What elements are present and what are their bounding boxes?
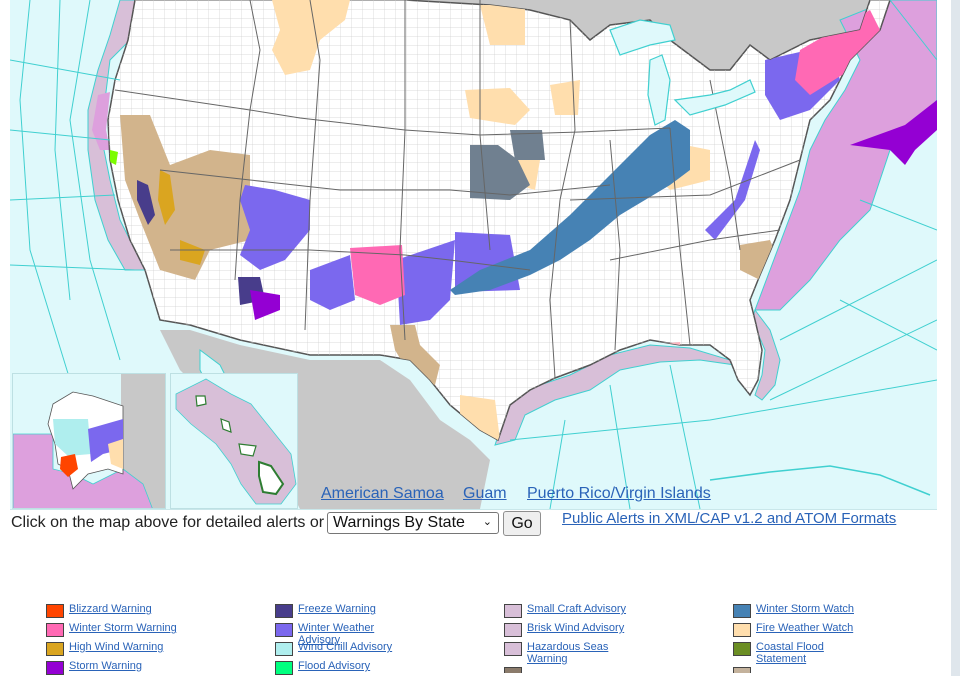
legend-item[interactable]: Winter Weather Advisory [275,622,495,646]
legend-item[interactable]: Storm Warning [46,660,266,679]
legend-item-partial [733,667,953,686]
legend-swatch [733,667,751,673]
legend-swatch [504,642,522,656]
fire-weather-watch-iowa[interactable] [550,80,580,115]
legend-item-partial [504,667,724,686]
select-value: Warnings By State [333,514,465,531]
page-margin [937,0,951,676]
legend-item[interactable]: High Wind Warning [46,641,266,660]
legend-label[interactable]: Coastal Flood Statement [756,641,841,665]
legend-item[interactable]: Blizzard Warning [46,603,266,622]
hawaii-island-maui[interactable] [238,443,257,457]
guam-link[interactable]: Guam [463,485,507,503]
legend-swatch [46,623,64,637]
legend-label[interactable]: Brisk Wind Advisory [527,622,647,634]
legend-swatch [275,642,293,656]
legend-swatch [275,623,293,637]
legend-item[interactable]: Coastal Flood Statement [733,641,953,667]
legend-label[interactable]: Flood Advisory [298,660,418,672]
go-button[interactable]: Go [503,511,541,536]
legend-item[interactable]: Brisk Wind Advisory [504,622,724,641]
hawaii-island-kauai[interactable] [195,395,207,407]
legend-label[interactable]: Small Craft Advisory [527,603,647,615]
legend-swatch [275,661,293,675]
legend-label[interactable]: Freeze Warning [298,603,418,615]
legend-label[interactable]: Hazardous Seas Warning [527,641,622,665]
legend-item[interactable]: Winter Storm Warning [46,622,266,641]
legend-item[interactable]: Winter Storm Watch [733,603,953,622]
legend-swatch [275,604,293,618]
legend-swatch [733,642,751,656]
vertical-scrollbar[interactable] [951,0,960,676]
alaska-inset[interactable] [12,373,166,509]
legend-label[interactable]: High Wind Warning [69,641,189,653]
legend-swatch [733,623,751,637]
legend-item[interactable]: Hazardous Seas Warning [504,641,724,667]
legend-column-2: Freeze Warning Winter Weather Advisory W… [275,603,495,679]
legend-swatch [504,667,522,673]
xml-cap-atom-link[interactable]: Public Alerts in XML/CAP v1.2 and ATOM F… [562,510,896,527]
warnings-by-state-select[interactable]: Warnings By State ⌄ [327,512,499,534]
legend-label[interactable]: Blizzard Warning [69,603,189,615]
alerts-map[interactable]: American Samoa Guam Puerto Rico/Virgin I… [10,0,937,510]
legend-label[interactable]: Storm Warning [69,660,189,672]
legend-column-4: Winter Storm Watch Fire Weather Watch Co… [733,603,953,686]
chevron-down-icon: ⌄ [482,516,492,528]
legend-item[interactable]: Flood Advisory [275,660,495,679]
puerto-rico-virgin-islands-link[interactable]: Puerto Rico/Virgin Islands [527,485,711,503]
legend-column-1: Blizzard Warning Winter Storm Warning Hi… [46,603,266,679]
legend-swatch [46,642,64,656]
legend-item[interactable]: Small Craft Advisory [504,603,724,622]
legend-label[interactable]: Fire Weather Watch [756,622,876,634]
legend-swatch [46,604,64,618]
legend-swatch [504,623,522,637]
legend-label[interactable]: Wind Chill Advisory [298,641,418,653]
legend-label[interactable]: Winter Storm Warning [69,622,189,634]
legend-swatch [46,661,64,675]
legend-swatch [504,604,522,618]
legend-item[interactable]: Freeze Warning [275,603,495,622]
legend-swatch [733,604,751,618]
hawaii-inset[interactable] [170,373,298,509]
legend-item[interactable]: Fire Weather Watch [733,622,953,641]
cuba-land [709,465,931,496]
map-instruction-text: Click on the map above for detailed aler… [11,514,325,531]
american-samoa-link[interactable]: American Samoa [321,485,444,503]
fire-weather-watch-texas[interactable] [460,395,500,440]
legend-item[interactable]: Wind Chill Advisory [275,641,495,660]
hard-freeze-watch-ia[interactable] [510,130,545,160]
legend-column-3: Small Craft Advisory Brisk Wind Advisory… [504,603,724,686]
legend-label[interactable]: Winter Storm Watch [756,603,876,615]
